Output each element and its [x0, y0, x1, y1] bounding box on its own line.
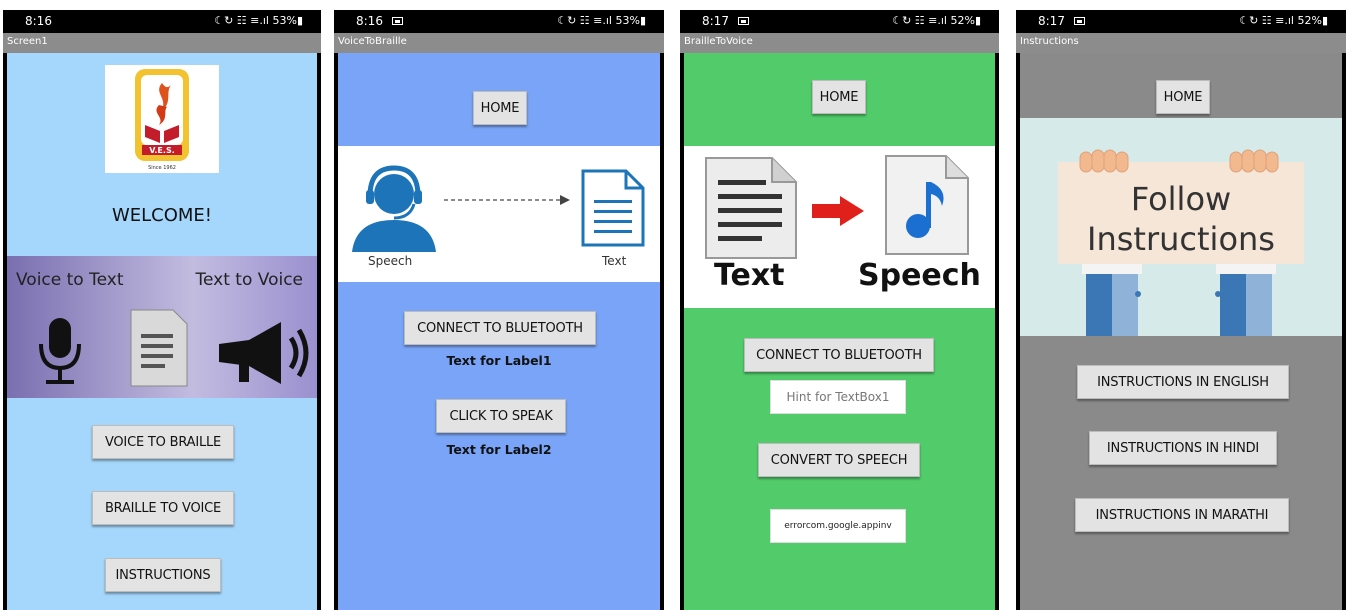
phone-screen1: 8:16 ☾↻ ☷ ≡.ıl 53%▮ Screen1 V.E.S. Since…: [3, 10, 321, 610]
speech-caption: Speech: [368, 254, 413, 268]
textbox1[interactable]: Hint for TextBox1: [770, 380, 906, 414]
phone-braille-to-voice: 8:17 ☾↻ ☷ ≡.ıl 52%▮ BrailleToVoice HOME: [680, 10, 999, 610]
instructions-english-button[interactable]: INSTRUCTIONS IN ENGLISH: [1077, 365, 1289, 399]
logo-since: Since 1962: [148, 165, 176, 171]
status-time: 8:16: [25, 14, 52, 28]
error-output-box: errorcom.google.appinv: [770, 509, 906, 543]
banner-voice-to-text: Voice to Text: [16, 270, 124, 290]
connect-bluetooth-button[interactable]: CONNECT TO BLUETOOTH: [404, 311, 596, 345]
app-title-bar: VoiceToBraille: [334, 33, 664, 53]
status-bar: 8:16 ☾↻ ☷ ≡.ıl 53%▮: [3, 10, 321, 33]
headset-user-icon: [352, 165, 436, 252]
status-indicators: ☾↻ ☷ ≡.ıl 53%▮: [557, 14, 646, 27]
text-caption: Text: [714, 258, 785, 293]
banner-instructions: Instructions: [1087, 220, 1275, 258]
speech-to-text-image: Speech Text: [338, 146, 660, 282]
text-to-speech-image: Text Speech: [684, 146, 995, 308]
status-time: 8:17: [1038, 14, 1065, 28]
text-caption: Text: [602, 254, 627, 268]
status-indicators: ☾↻ ☷ ≡.ıl 53%▮: [214, 14, 303, 27]
screen1-body: V.E.S. Since 1962 WELCOME! Voice to Text…: [7, 53, 317, 610]
status-bar: 8:17 ☾↻ ☷ ≡.ıl 52%▮: [680, 10, 999, 33]
braille-to-voice-body: HOME Text Speech CONNECT TO BLUETOOTH Hi…: [684, 53, 995, 610]
home-button[interactable]: HOME: [1156, 80, 1210, 114]
paper-document-icon: [705, 157, 797, 259]
text-file-icon: [581, 169, 645, 247]
speech-caption: Speech: [858, 258, 981, 293]
ves-logo-icon: V.E.S. Since 1962: [135, 69, 189, 171]
app-title-bar: Instructions: [1016, 33, 1346, 53]
label1: Text for Label1: [446, 353, 552, 368]
braille-to-voice-button[interactable]: BRAILLE TO VOICE: [92, 491, 234, 525]
gallery-notification-icon: [1074, 17, 1085, 25]
welcome-heading: WELCOME!: [111, 205, 213, 226]
dashed-arrow-icon: [444, 195, 570, 205]
connect-bluetooth-button[interactable]: CONNECT TO BLUETOOTH: [744, 338, 934, 372]
red-arrow-icon: [812, 196, 864, 226]
status-bar: 8:16 ☾↻ ☷ ≡.ıl 53%▮: [334, 10, 664, 33]
status-indicators: ☾↻ ☷ ≡.ıl 52%▮: [1239, 14, 1328, 27]
megaphone-icon: [219, 322, 309, 384]
phone-voice-to-braille: 8:16 ☾↻ ☷ ≡.ıl 53%▮ VoiceToBraille HOME: [334, 10, 664, 610]
phone-instructions: 8:17 ☾↻ ☷ ≡.ıl 52%▮ Instructions HOME Fo…: [1016, 10, 1346, 610]
home-button[interactable]: HOME: [812, 80, 866, 114]
logo-text: V.E.S.: [149, 146, 175, 155]
banner-text-to-voice: Text to Voice: [195, 270, 304, 290]
document-icon: [130, 309, 188, 387]
ves-logo: V.E.S. Since 1962: [105, 65, 219, 173]
instructions-button[interactable]: INSTRUCTIONS: [105, 558, 221, 592]
gallery-notification-icon: [392, 17, 403, 25]
microphone-icon: [39, 318, 81, 384]
gallery-notification-icon: [738, 17, 749, 25]
instructions-body: HOME Follow Instructions INSTRUCTIONS IN…: [1020, 53, 1342, 610]
voice-to-braille-button[interactable]: VOICE TO BRAILLE: [92, 425, 234, 459]
voice-text-banner: Voice to Text Text to Voice: [7, 256, 317, 398]
status-time: 8:16: [356, 14, 383, 28]
status-indicators: ☾↻ ☷ ≡.ıl 52%▮: [892, 14, 981, 27]
click-to-speak-button[interactable]: CLICK TO SPEAK: [436, 399, 566, 433]
app-title-bar: BrailleToVoice: [680, 33, 999, 53]
instructions-hindi-button[interactable]: INSTRUCTIONS IN HINDI: [1089, 431, 1277, 465]
instructions-marathi-button[interactable]: INSTRUCTIONS IN MARATHI: [1075, 498, 1289, 532]
app-title-bar: Screen1: [3, 33, 321, 53]
home-button[interactable]: HOME: [473, 91, 527, 125]
music-file-icon: [885, 155, 969, 255]
banner-follow: Follow: [1130, 180, 1232, 218]
status-time: 8:17: [702, 14, 729, 28]
voice-to-braille-body: HOME Speech Text CONNECT TO BLUETOOTH Te…: [338, 53, 660, 610]
follow-instructions-image: Follow Instructions: [1020, 118, 1342, 336]
convert-to-speech-button[interactable]: CONVERT TO SPEECH: [758, 443, 920, 477]
status-bar: 8:17 ☾↻ ☷ ≡.ıl 52%▮: [1016, 10, 1346, 33]
label2: Text for Label2: [446, 442, 552, 457]
